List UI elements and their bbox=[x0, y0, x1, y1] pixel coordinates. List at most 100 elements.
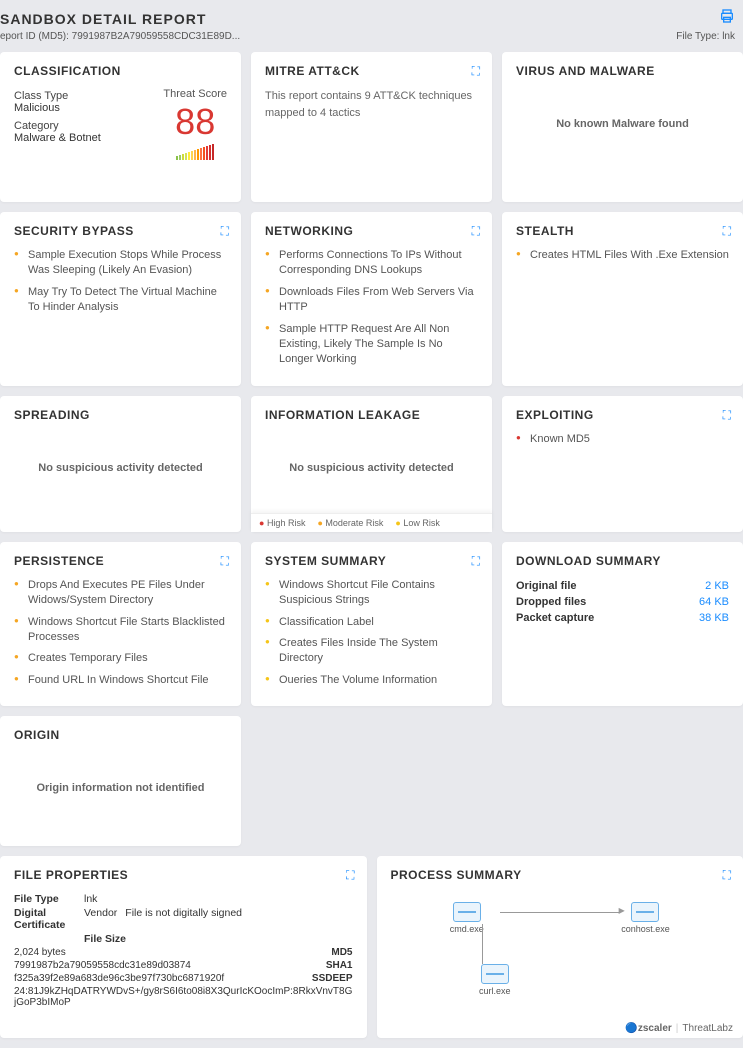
info-leak-text: No suspicious activity detected bbox=[265, 432, 478, 504]
dl-size: 38 KB bbox=[699, 612, 729, 624]
brand-zscaler: zscaler bbox=[638, 1023, 672, 1034]
info-leak-card: INFORMATION LEAKAGE No suspicious activi… bbox=[251, 396, 492, 532]
persistence-title: PERSISTENCE bbox=[14, 554, 227, 568]
expand-icon[interactable]: ⛶ bbox=[221, 554, 229, 569]
security-bypass-card: ⛶ SECURITY BYPASS Sample Execution Stops… bbox=[0, 212, 241, 386]
print-icon[interactable] bbox=[719, 8, 735, 29]
footer-brand: 🔵zscaler|ThreatLabz bbox=[625, 1023, 733, 1034]
expand-icon[interactable]: ⛶ bbox=[472, 224, 480, 239]
list-item: Windows Shortcut File Contains Suspiciou… bbox=[265, 578, 478, 609]
ssdeep-value: 24:81J9kZHqDATRYWDvS+/gy8rS6I6to08i8X3Qu… bbox=[14, 986, 353, 1008]
sha1-label: SHA1 bbox=[326, 960, 353, 971]
expand-icon[interactable]: ⛶ bbox=[221, 224, 229, 239]
expand-icon[interactable]: ⛶ bbox=[472, 554, 480, 569]
vendor-label: Vendor bbox=[84, 907, 117, 919]
persistence-list: Drops And Executes PE Files Under Widows… bbox=[14, 578, 227, 688]
list-item: Creates HTML Files With .Exe Extension bbox=[516, 248, 729, 263]
arrow-icon bbox=[500, 912, 620, 913]
ssdeep-label: SSDEEP bbox=[312, 973, 353, 984]
file-properties-card: ⛶ FILE PROPERTIES File Type lnk Digital … bbox=[0, 856, 367, 1038]
dl-label: Original file bbox=[516, 580, 577, 592]
system-summary-title: SYSTEM SUMMARY bbox=[265, 554, 478, 568]
process-node[interactable]: curl.exe bbox=[479, 964, 511, 996]
file-properties-title: FILE PROPERTIES bbox=[14, 868, 353, 882]
process-label: curl.exe bbox=[479, 986, 511, 996]
download-row[interactable]: Original file 2 KB bbox=[516, 578, 729, 594]
process-icon bbox=[453, 902, 481, 922]
risk-legend: High Risk Moderate Risk Low Risk bbox=[251, 513, 492, 532]
virus-title: VIRUS AND MALWARE bbox=[516, 64, 729, 78]
origin-card: ORIGIN Origin information not identified bbox=[0, 716, 241, 846]
virus-text: No known Malware found bbox=[516, 88, 729, 160]
process-diagram: cmd.exe conhost.exe curl.exe bbox=[391, 892, 730, 1026]
class-type-value: Malicious bbox=[14, 102, 101, 114]
file-size-label: File Size bbox=[84, 933, 154, 945]
mitre-text: This report contains 9 ATT&CK techniques… bbox=[265, 88, 478, 121]
process-label: conhost.exe bbox=[621, 924, 670, 934]
virus-card: VIRUS AND MALWARE No known Malware found bbox=[502, 52, 743, 202]
stealth-list: Creates HTML Files With .Exe Extension bbox=[516, 248, 729, 263]
digital-cert-label: Digital Certificate bbox=[14, 907, 84, 931]
list-item: Queries The Volume Information bbox=[265, 673, 478, 683]
list-item: Sample Execution Stops While Process Was… bbox=[14, 248, 227, 279]
list-item: Downloads Files From Web Servers Via HTT… bbox=[265, 285, 478, 316]
mitre-card: ⛶ MITRE ATT&CK This report contains 9 AT… bbox=[251, 52, 492, 202]
process-label: cmd.exe bbox=[450, 924, 484, 934]
list-item: Creates Temporary Files bbox=[14, 651, 227, 666]
list-item: Creates Files Inside The System Director… bbox=[265, 636, 478, 667]
size-value: 2,024 bytes bbox=[14, 947, 323, 958]
expand-icon[interactable]: ⛶ bbox=[723, 224, 731, 239]
page-title: SANDBOX DETAIL REPORT bbox=[0, 11, 206, 27]
threat-score-value: 88 bbox=[163, 104, 227, 140]
dl-size: 64 KB bbox=[699, 596, 729, 608]
list-item: Performs Connections To IPs Without Corr… bbox=[265, 248, 478, 279]
exploiting-list: Known MD5 bbox=[516, 432, 729, 447]
process-icon bbox=[481, 964, 509, 984]
networking-title: NETWORKING bbox=[265, 224, 478, 238]
sha1-value: f325a39f2e89a683de96c3be97f730bc6871920f bbox=[14, 973, 304, 984]
arrow-icon bbox=[482, 924, 483, 964]
category-value: Malware & Botnet bbox=[14, 132, 101, 144]
process-summary-title: PROCESS SUMMARY bbox=[391, 868, 730, 882]
expand-icon[interactable]: ⛶ bbox=[346, 868, 354, 883]
process-node[interactable]: cmd.exe bbox=[450, 902, 484, 934]
expand-icon[interactable]: ⛶ bbox=[472, 64, 480, 79]
download-row[interactable]: Dropped files 64 KB bbox=[516, 594, 729, 610]
expand-icon[interactable]: ⛶ bbox=[723, 408, 731, 423]
stealth-card: ⛶ STEALTH Creates HTML Files With .Exe E… bbox=[502, 212, 743, 386]
system-summary-list: Windows Shortcut File Contains Suspiciou… bbox=[265, 578, 478, 683]
threat-gauge-icon bbox=[163, 144, 227, 160]
system-summary-card: ⛶ SYSTEM SUMMARY Windows Shortcut File C… bbox=[251, 542, 492, 706]
list-item: Classification Label bbox=[265, 615, 478, 630]
spreading-text: No suspicious activity detected bbox=[14, 432, 227, 504]
dl-label: Dropped files bbox=[516, 596, 586, 608]
process-icon bbox=[631, 902, 659, 922]
expand-icon[interactable]: ⛶ bbox=[723, 868, 731, 883]
list-item: Found URL In Windows Shortcut File bbox=[14, 673, 227, 688]
dl-size: 2 KB bbox=[705, 580, 729, 592]
mitre-title: MITRE ATT&CK bbox=[265, 64, 478, 78]
security-bypass-list: Sample Execution Stops While Process Was… bbox=[14, 248, 227, 316]
classification-title: CLASSIFICATION bbox=[14, 64, 227, 78]
process-node[interactable]: conhost.exe bbox=[621, 902, 670, 934]
exploiting-card: ⛶ EXPLOITING Known MD5 bbox=[502, 396, 743, 532]
networking-card: ⛶ NETWORKING Performs Connections To IPs… bbox=[251, 212, 492, 386]
md5-value: 7991987b2a79059558cdc31e89d03874 bbox=[14, 960, 318, 971]
process-summary-card: ⛶ PROCESS SUMMARY cmd.exe conhost.exe bbox=[377, 856, 743, 1038]
file-type-value: lnk bbox=[84, 893, 97, 905]
threat-score-label: Threat Score bbox=[163, 88, 227, 100]
exploiting-title: EXPLOITING bbox=[516, 408, 729, 422]
info-leak-title: INFORMATION LEAKAGE bbox=[265, 408, 478, 422]
legend-low: Low Risk bbox=[395, 518, 439, 528]
legend-moderate: Moderate Risk bbox=[317, 518, 383, 528]
networking-list: Performs Connections To IPs Without Corr… bbox=[265, 248, 478, 368]
zscaler-logo-icon: 🔵 bbox=[625, 1023, 637, 1034]
download-row[interactable]: Packet capture 38 KB bbox=[516, 610, 729, 626]
file-type-header: File Type: lnk bbox=[676, 31, 735, 42]
security-bypass-title: SECURITY BYPASS bbox=[14, 224, 227, 238]
origin-text: Origin information not identified bbox=[14, 752, 227, 824]
spreading-title: SPREADING bbox=[14, 408, 227, 422]
md5-label: MD5 bbox=[331, 947, 352, 958]
brand-threatlabz: ThreatLabz bbox=[682, 1023, 733, 1034]
persistence-card: ⛶ PERSISTENCE Drops And Executes PE File… bbox=[0, 542, 241, 706]
